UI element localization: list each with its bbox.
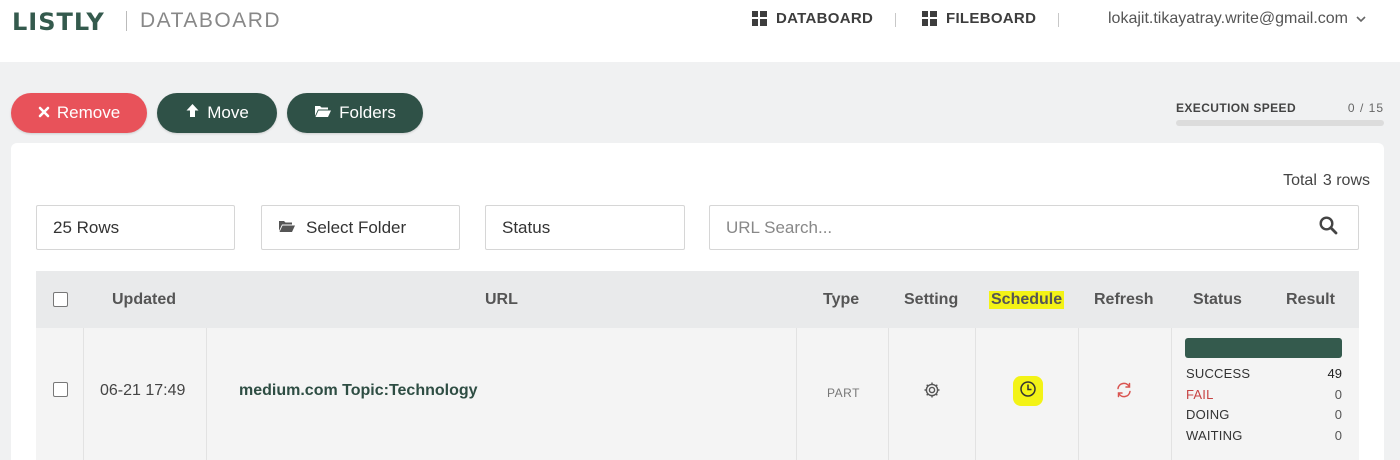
arrow-up-icon [185,103,200,123]
column-divider [796,328,797,460]
status-waiting-row: WAITING 0 [1186,428,1342,443]
gear-icon[interactable] [923,381,941,399]
table-header: Updated URL Type Setting Schedule Refres… [36,271,1359,328]
status-fail-label: FAIL [1186,387,1214,402]
execution-speed-max: 15 [1368,101,1384,115]
folder-select-label: Select Folder [306,217,407,237]
chevron-down-icon [1356,10,1366,28]
status-fail-count: 0 [1334,387,1342,402]
execution-speed-bar [1176,120,1384,126]
nav-fileboard-label: FILEBOARD [946,10,1037,27]
rows-per-page-select[interactable]: 25 Rows [36,205,235,250]
brand-logo[interactable]: LISTLY [12,8,105,36]
status-doing-label: DOING [1186,407,1230,422]
execution-speed-value: 0 / 15 [1348,101,1384,115]
url-search-input[interactable]: URL Search... [709,205,1359,250]
schedule-button[interactable] [1013,376,1043,406]
grid-icon [922,11,937,26]
column-divider [206,328,207,460]
column-divider [1078,328,1079,460]
column-divider [1171,328,1172,460]
row-type: PART [827,386,860,400]
search-icon[interactable] [1319,215,1338,240]
folder-select[interactable]: Select Folder [261,205,460,250]
header-result: Result [1286,290,1335,308]
header-updated[interactable]: Updated [112,271,176,328]
status-waiting-count: 0 [1334,428,1342,443]
url-link[interactable]: medium.com Topic:Technology [239,382,478,400]
row-updated: 06-21 17:49 [100,382,185,400]
nav-divider [895,13,896,27]
total-label: Total [1283,172,1317,189]
header-status[interactable]: Status [1193,271,1242,328]
status-success-label: SUCCESS [1186,366,1251,381]
header-refresh: Refresh [1094,290,1154,308]
status-progress-bar [1185,338,1342,358]
total-rows: Total 3 rows [1283,172,1370,190]
status-success-row: SUCCESS 49 [1186,366,1342,381]
total-value: 3 rows [1322,172,1370,189]
refresh-icon[interactable] [1115,382,1133,398]
execution-speed-current: 0 [1347,101,1356,115]
column-divider [888,328,889,460]
updated-date: 06-21 17:49 [100,382,186,399]
row-url[interactable]: medium.com Topic:Technology [239,382,478,400]
status-success-count: 49 [1327,366,1342,381]
top-navbar: LISTLY DATABOARD DATABOARD FILEBOARD lok… [0,0,1400,62]
header-schedule-label: Schedule [989,290,1065,309]
clock-icon [1019,380,1037,403]
row-checkbox[interactable] [53,382,68,397]
header-type[interactable]: Type [823,271,859,328]
folder-open-icon [278,218,296,238]
logo-divider [126,11,127,31]
brand-subtitle: DATABOARD [140,9,282,32]
execution-speed-label: EXECUTION SPEED [1176,101,1297,115]
rows-per-page-value: 25 Rows [53,217,120,237]
remove-button-label: Remove [56,103,121,122]
grid-icon [752,11,767,26]
status-select-label: Status [502,217,551,237]
status-doing-count: 0 [1334,407,1342,422]
status-select[interactable]: Status [485,205,685,250]
nav-fileboard[interactable]: FILEBOARD [922,10,1036,27]
status-fail-row: FAIL 0 [1186,387,1342,402]
header-setting: Setting [904,290,959,308]
select-all-checkbox[interactable] [53,271,68,328]
nav-divider [1058,13,1059,27]
table-row: 06-21 17:49 medium.com Topic:Technology … [36,328,1359,460]
column-divider [975,328,976,460]
close-icon [38,103,50,123]
status-waiting-label: WAITING [1186,428,1243,443]
status-doing-row: DOING 0 [1186,407,1342,422]
user-email: lokajit.tikayatray.write@gmail.com [1107,10,1348,27]
folders-button-label: Folders [339,103,396,122]
nav-databoard-label: DATABOARD [776,10,874,27]
column-divider [83,328,84,460]
checkbox[interactable] [53,292,68,307]
folders-button[interactable]: Folders [287,93,423,133]
remove-button[interactable]: Remove [11,93,147,133]
type-badge: PART [827,386,860,400]
header-url[interactable]: URL [485,271,518,328]
execution-speed-separator: / [1359,101,1365,115]
folder-open-icon [314,103,332,123]
checkbox[interactable] [53,382,68,397]
move-button[interactable]: Move [157,93,277,133]
move-button-label: Move [207,103,249,122]
url-search-placeholder: URL Search... [726,217,833,237]
user-menu[interactable]: lokajit.tikayatray.write@gmail.com [1108,10,1366,28]
nav-databoard[interactable]: DATABOARD [752,10,873,27]
header-schedule: Schedule [989,271,1065,328]
